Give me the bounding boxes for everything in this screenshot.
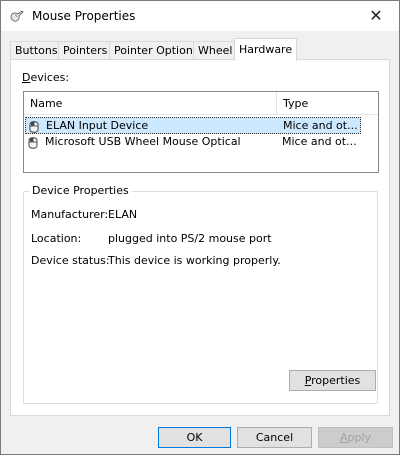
tab-pointer-options[interactable]: Pointer Options <box>109 41 204 60</box>
properties-button[interactable]: Properties <box>289 370 376 391</box>
device-properties-group: Device Properties Manufacturer: ELAN Loc… <box>23 184 378 404</box>
mouse-icon <box>28 137 38 149</box>
apply-button[interactable]: Apply <box>318 427 393 448</box>
ok-button[interactable]: OK <box>158 427 231 448</box>
tab-wheel[interactable]: Wheel <box>193 41 238 60</box>
tab-buttons[interactable]: Buttons <box>10 41 63 60</box>
cancel-button[interactable]: Cancel <box>237 427 312 448</box>
mouse-icon <box>10 10 24 22</box>
group-title: Device Properties <box>29 184 132 197</box>
window-title: Mouse Properties <box>32 9 136 23</box>
devices-list[interactable]: Name Type ELAN Input Device Mice and ot.… <box>23 91 379 173</box>
tab-hardware[interactable]: Hardware <box>234 38 298 61</box>
column-divider[interactable] <box>276 92 277 114</box>
column-header-type[interactable]: Type <box>283 97 308 110</box>
close-icon: ✕ <box>369 6 383 25</box>
mouse-properties-dialog: Mouse Properties ✕ Buttons Pointers Poin… <box>0 0 400 455</box>
hardware-panel: Devices: Name Type ELAN Input Device Mic… <box>10 59 390 416</box>
device-type: Mice and ot... <box>283 119 358 132</box>
manufacturer-value: ELAN <box>108 208 138 221</box>
location-value: plugged into PS/2 mouse port <box>108 232 272 245</box>
device-name: Microsoft USB Wheel Mouse Optical <box>45 135 241 148</box>
devices-label: Devices: <box>22 71 70 84</box>
title-bar: Mouse Properties ✕ <box>1 1 399 31</box>
device-name: ELAN Input Device <box>46 119 149 132</box>
manufacturer-label: Manufacturer: <box>31 208 109 221</box>
device-status-label: Device status: <box>31 254 110 267</box>
device-type: Mice and ot... <box>282 135 357 148</box>
mouse-icon <box>29 121 39 133</box>
tab-pointers[interactable]: Pointers <box>58 41 113 60</box>
list-header: Name Type <box>24 92 378 115</box>
list-item[interactable]: Microsoft USB Wheel Mouse Optical Mice a… <box>25 134 361 151</box>
location-label: Location: <box>31 232 82 245</box>
column-header-name[interactable]: Name <box>30 97 62 110</box>
device-status-value: This device is working properly. <box>108 254 281 267</box>
close-button[interactable]: ✕ <box>353 1 399 31</box>
list-item[interactable]: ELAN Input Device Mice and ot... <box>25 117 361 134</box>
